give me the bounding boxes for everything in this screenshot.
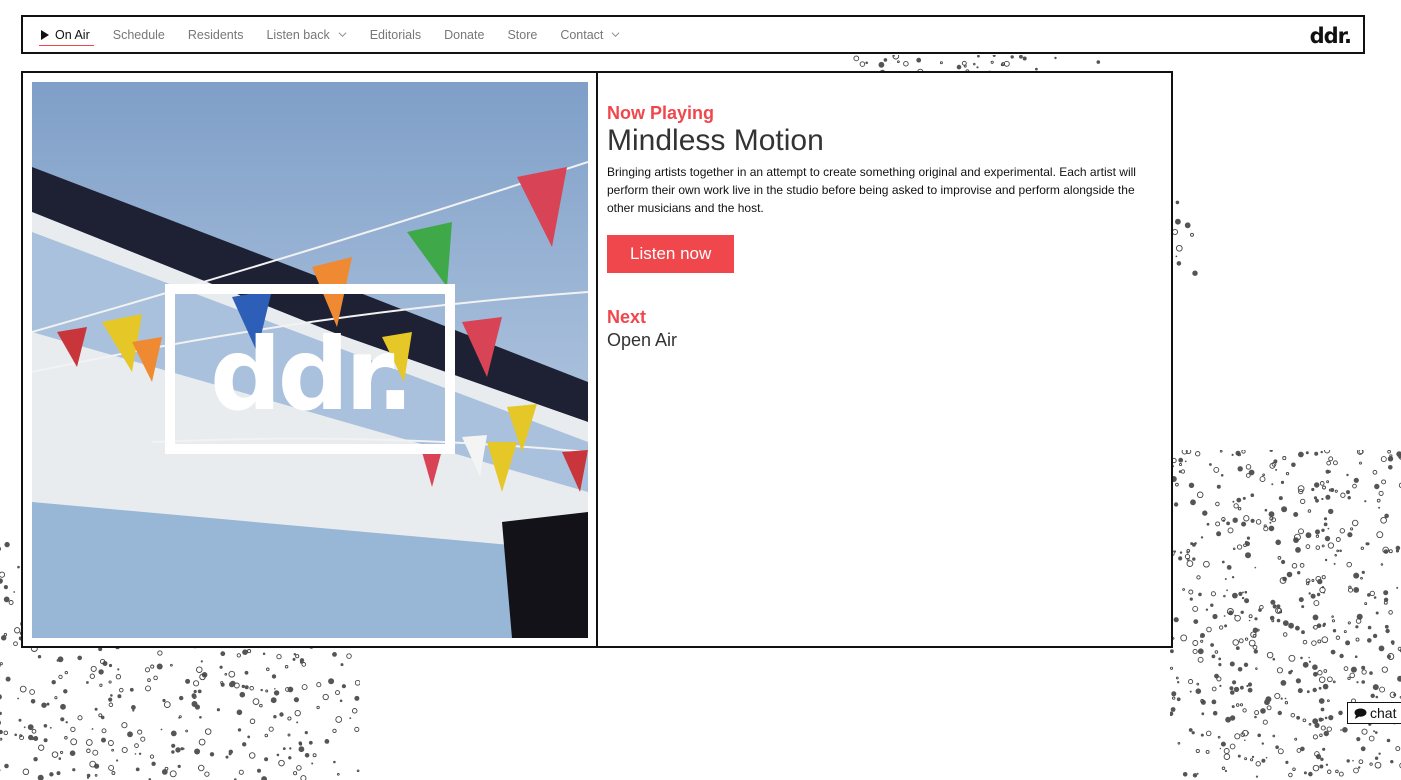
show-title: Mindless Motion bbox=[607, 124, 1161, 157]
nav-item-schedule[interactable]: Schedule bbox=[113, 17, 165, 52]
chat-label: chat bbox=[1370, 705, 1396, 721]
nav-item-listen-back[interactable]: Listen back bbox=[266, 17, 346, 52]
nav-item-editorials[interactable]: Editorials bbox=[370, 17, 421, 52]
chevron-down-icon bbox=[611, 30, 620, 39]
nav-item-donate[interactable]: Donate bbox=[444, 17, 484, 52]
next-show-title: Open Air bbox=[607, 330, 1161, 351]
nav-item-store[interactable]: Store bbox=[507, 17, 537, 52]
nav-item-label: Contact bbox=[560, 28, 603, 42]
nav-item-label: Editorials bbox=[370, 28, 421, 42]
now-playing-card: ddr. Now Playing Mindless Motion Bringin… bbox=[21, 71, 1173, 648]
artwork-logo: ddr. bbox=[210, 316, 410, 433]
chevron-down-icon bbox=[338, 30, 347, 39]
nav-items: On Air Schedule Residents Listen back Ed… bbox=[23, 17, 643, 52]
next-label: Next bbox=[607, 307, 1161, 328]
show-artwork: ddr. bbox=[32, 82, 588, 638]
nav-item-label: Donate bbox=[444, 28, 484, 42]
top-navigation: On Air Schedule Residents Listen back Ed… bbox=[21, 15, 1365, 54]
nav-item-contact[interactable]: Contact bbox=[560, 17, 620, 52]
nav-item-on-air[interactable]: On Air bbox=[41, 17, 90, 52]
nav-item-label: Store bbox=[507, 28, 537, 42]
site-logo[interactable]: ddr. bbox=[1310, 24, 1351, 48]
artwork-pane: ddr. bbox=[23, 73, 598, 646]
now-playing-label: Now Playing bbox=[607, 103, 1161, 124]
nav-item-label: Residents bbox=[188, 28, 244, 42]
nav-item-residents[interactable]: Residents bbox=[188, 17, 244, 52]
decorative-dots bbox=[1170, 450, 1401, 780]
show-info: Now Playing Mindless Motion Bringing art… bbox=[598, 73, 1171, 646]
svg-text:ddr.: ddr. bbox=[210, 316, 410, 433]
nav-item-label: Listen back bbox=[266, 28, 329, 42]
play-icon bbox=[41, 30, 49, 40]
nav-item-label: On Air bbox=[55, 28, 90, 42]
listen-now-button[interactable]: Listen now bbox=[607, 235, 734, 273]
nav-item-label: Schedule bbox=[113, 28, 165, 42]
chat-bubble-icon bbox=[1354, 708, 1367, 719]
chat-button[interactable]: chat bbox=[1347, 702, 1401, 724]
show-description: Bringing artists together in an attempt … bbox=[607, 163, 1147, 217]
